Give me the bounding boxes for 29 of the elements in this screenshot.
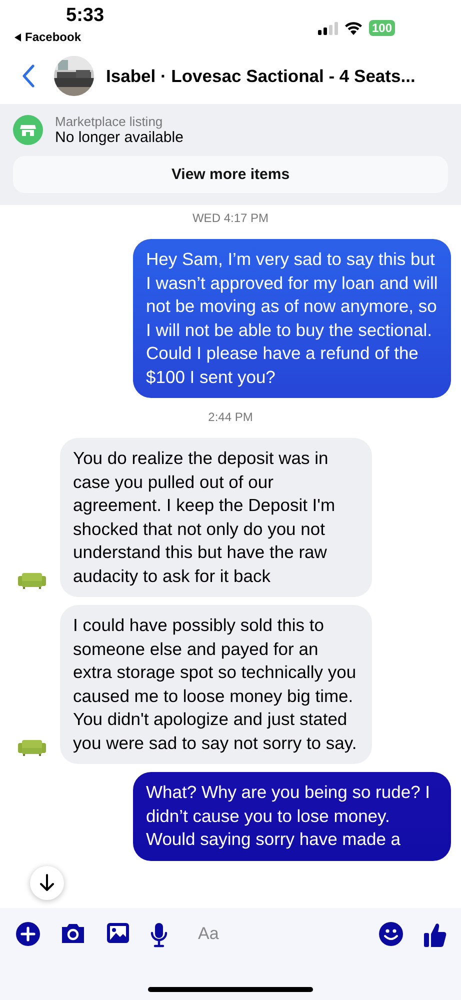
battery-indicator: 100: [368, 20, 395, 36]
timestamp: 2:44 PM: [207, 410, 254, 424]
message-bubble: What? Why are you being so rude? I didn’t cause you to lose money. Would saying sorry have made a: [133, 772, 451, 860]
scroll-down-button[interactable]: [30, 866, 64, 900]
smiley-icon[interactable]: [379, 922, 403, 946]
timestamp: WED 4:17 PM: [191, 211, 270, 225]
sofa-icon: [18, 740, 46, 756]
sofa-icon: [18, 573, 46, 589]
listing-label: Marketplace listing: [55, 114, 164, 129]
back-to-app-link[interactable]: Facebook: [14, 30, 82, 44]
back-icon[interactable]: [22, 64, 36, 88]
message-input[interactable]: Aa: [198, 922, 359, 946]
microphone-icon[interactable]: [150, 922, 168, 948]
message-bubble: I could have possibly sold this to someone else and payed for an extra storage spot so technically you caused me to loose money big time. You didn't apologize and just stated you were sad to say not sorry to say.: [60, 605, 372, 764]
add-icon[interactable]: [16, 922, 40, 946]
view-more-items-button[interactable]: View more items: [13, 156, 448, 193]
status-time: 5:33: [66, 5, 104, 27]
arrow-down-icon: [39, 874, 55, 892]
camera-icon[interactable]: [60, 922, 86, 944]
message-bubble: Hey Sam, I’m very sad to say this but I wasn’t approved for my loan and will not be moving as of now anymore, so I will not be able to buy the sectional. Could I please have a refund of the $100 I sent you?: [133, 239, 451, 398]
message-bubble: You do realize the deposit was in case you pulled out of our agreement. I keep the Deposit I'm shocked that not only do you not understand this but have the raw audacity to ask for it back: [60, 438, 372, 597]
store-icon: [13, 115, 43, 145]
back-triangle-icon: [14, 32, 22, 42]
listing-status: No longer available: [55, 129, 184, 146]
image-icon[interactable]: [106, 922, 130, 944]
thumbs-up-icon[interactable]: [423, 922, 447, 948]
signal-icon: [318, 22, 338, 34]
conversation-title[interactable]: Isabel · Lovesac Sactional - 4 Seats...: [106, 66, 416, 86]
wifi-icon: [344, 21, 363, 35]
